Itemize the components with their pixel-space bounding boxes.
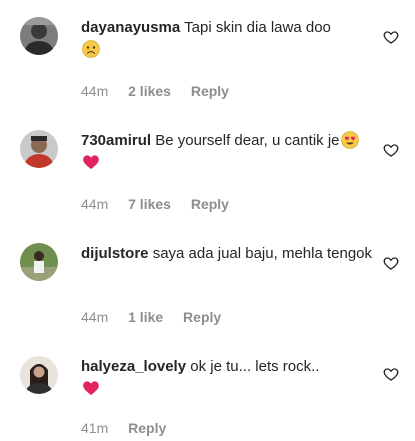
comment-item: halyeza_lovely ok je tu... lets rock.. 4…: [0, 356, 415, 441]
comment-body: halyeza_lovely ok je tu... lets rock..: [81, 356, 376, 400]
comment-text: saya ada jual baju, mehla tengok: [152, 245, 373, 262]
comment-list: dayanayusma Tapi skin dia lawa doo 44m 2…: [0, 0, 415, 441]
comment-meta: 44m 1 like Reply: [81, 309, 237, 325]
comment-time: 44m: [81, 83, 109, 99]
heart-outline-icon[interactable]: [383, 366, 399, 382]
comment-meta: 44m 7 likes Reply: [81, 196, 245, 212]
comment-username[interactable]: 730amirul: [81, 132, 151, 149]
heart-outline-icon[interactable]: [383, 29, 399, 45]
comment-body: 730amirul Be yourself dear, u cantik je: [81, 130, 376, 174]
reply-button[interactable]: Reply: [183, 309, 221, 325]
comment-text: Be yourself dear, u cantik je: [155, 132, 340, 149]
avatar[interactable]: [20, 17, 58, 55]
comment-username[interactable]: dijulstore: [81, 245, 149, 262]
avatar[interactable]: [20, 243, 58, 281]
comment-item: dijulstore saya ada jual baju, mehla ten…: [0, 243, 415, 333]
reply-button[interactable]: Reply: [191, 196, 229, 212]
comment-username[interactable]: dayanayusma: [81, 19, 180, 36]
comment-body: dijulstore saya ada jual baju, mehla ten…: [81, 243, 376, 265]
worried-face-emoji: [82, 40, 100, 58]
heart-outline-icon[interactable]: [383, 142, 399, 158]
red-heart-emoji: [82, 379, 100, 397]
comment-likes[interactable]: 1 like: [128, 309, 163, 325]
heart-outline-icon[interactable]: [383, 255, 399, 271]
comment-time: 41m: [81, 420, 109, 436]
comment-meta: 41m Reply: [81, 420, 182, 436]
comment-meta: 44m 2 likes Reply: [81, 83, 245, 99]
reply-button[interactable]: Reply: [128, 420, 166, 436]
comment-time: 44m: [81, 309, 109, 325]
reply-button[interactable]: Reply: [191, 83, 229, 99]
avatar[interactable]: [20, 356, 58, 394]
heart-eyes-emoji: [340, 131, 359, 149]
comment-text: Tapi skin dia lawa doo: [184, 19, 331, 36]
comment-item: dayanayusma Tapi skin dia lawa doo 44m 2…: [0, 17, 415, 107]
avatar[interactable]: [20, 130, 58, 168]
comment-text: ok je tu... lets rock..: [190, 358, 320, 375]
comment-time: 44m: [81, 196, 109, 212]
comment-item: 730amirul Be yourself dear, u cantik je …: [0, 130, 415, 220]
comment-username[interactable]: halyeza_lovely: [81, 358, 186, 375]
comment-likes[interactable]: 7 likes: [128, 196, 171, 212]
comment-body: dayanayusma Tapi skin dia lawa doo: [81, 17, 376, 61]
comment-likes[interactable]: 2 likes: [128, 83, 171, 99]
red-heart-emoji: [82, 153, 100, 171]
